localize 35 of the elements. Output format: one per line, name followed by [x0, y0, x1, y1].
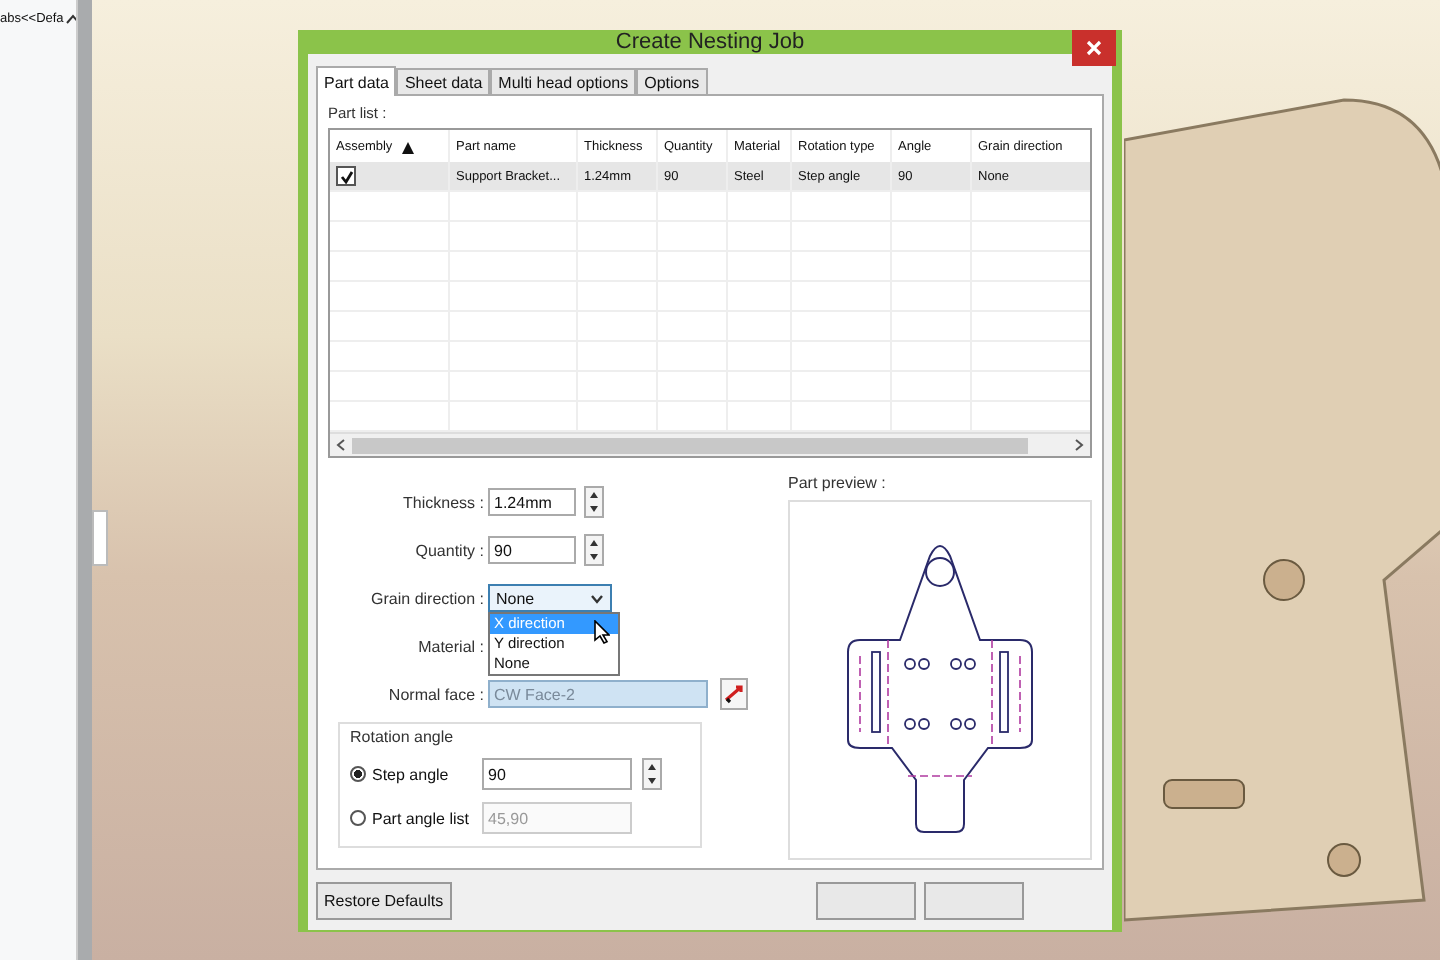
field-label: Thickness :	[401, 493, 484, 511]
radio-label: Step angle	[372, 765, 451, 783]
dialog-title: Create Nesting Job	[615, 30, 805, 54]
input-field[interactable]: 90	[488, 536, 576, 564]
spinner-icon[interactable]	[584, 486, 604, 518]
field-label: Quantity :	[413, 541, 484, 559]
flip-button[interactable]	[720, 678, 748, 710]
sort-arrow-icon	[402, 142, 414, 154]
caret-icon[interactable]	[65, 13, 76, 23]
input-field[interactable]: 1.24mm	[488, 488, 576, 516]
field-label: Grain direction :	[369, 589, 484, 607]
restore-defaults-button[interactable]: Restore Defaults	[316, 881, 452, 919]
chevron-down-icon	[590, 593, 604, 603]
radio-label: Part angle list	[372, 809, 471, 827]
tab[interactable]: Part data	[316, 66, 397, 96]
field-label: Material :	[416, 637, 484, 655]
radio-button[interactable]	[350, 766, 366, 782]
checkbox[interactable]	[336, 166, 356, 186]
panel-handle[interactable]	[92, 510, 108, 566]
tab[interactable]: Options	[636, 68, 708, 94]
preview-label: Part preview :	[788, 474, 888, 492]
group-title: Rotation angle	[350, 728, 456, 746]
spinner-icon[interactable]	[642, 758, 662, 790]
field-label: Normal face :	[386, 685, 484, 703]
scroll-left-icon[interactable]	[336, 438, 346, 452]
tab[interactable]: Sheet data	[396, 68, 491, 94]
close-button[interactable]	[1072, 30, 1116, 66]
horizontal-scrollbar[interactable]	[330, 432, 1090, 456]
mouse-pointer-icon	[594, 620, 610, 644]
tab[interactable]: Multi head options	[490, 68, 637, 94]
scroll-right-icon[interactable]	[1074, 438, 1084, 452]
grain-direction-dropdown[interactable]: None	[488, 584, 612, 612]
spinner-icon[interactable]	[584, 534, 604, 566]
close-icon	[1086, 40, 1102, 56]
input-field[interactable]: 90	[482, 758, 632, 790]
